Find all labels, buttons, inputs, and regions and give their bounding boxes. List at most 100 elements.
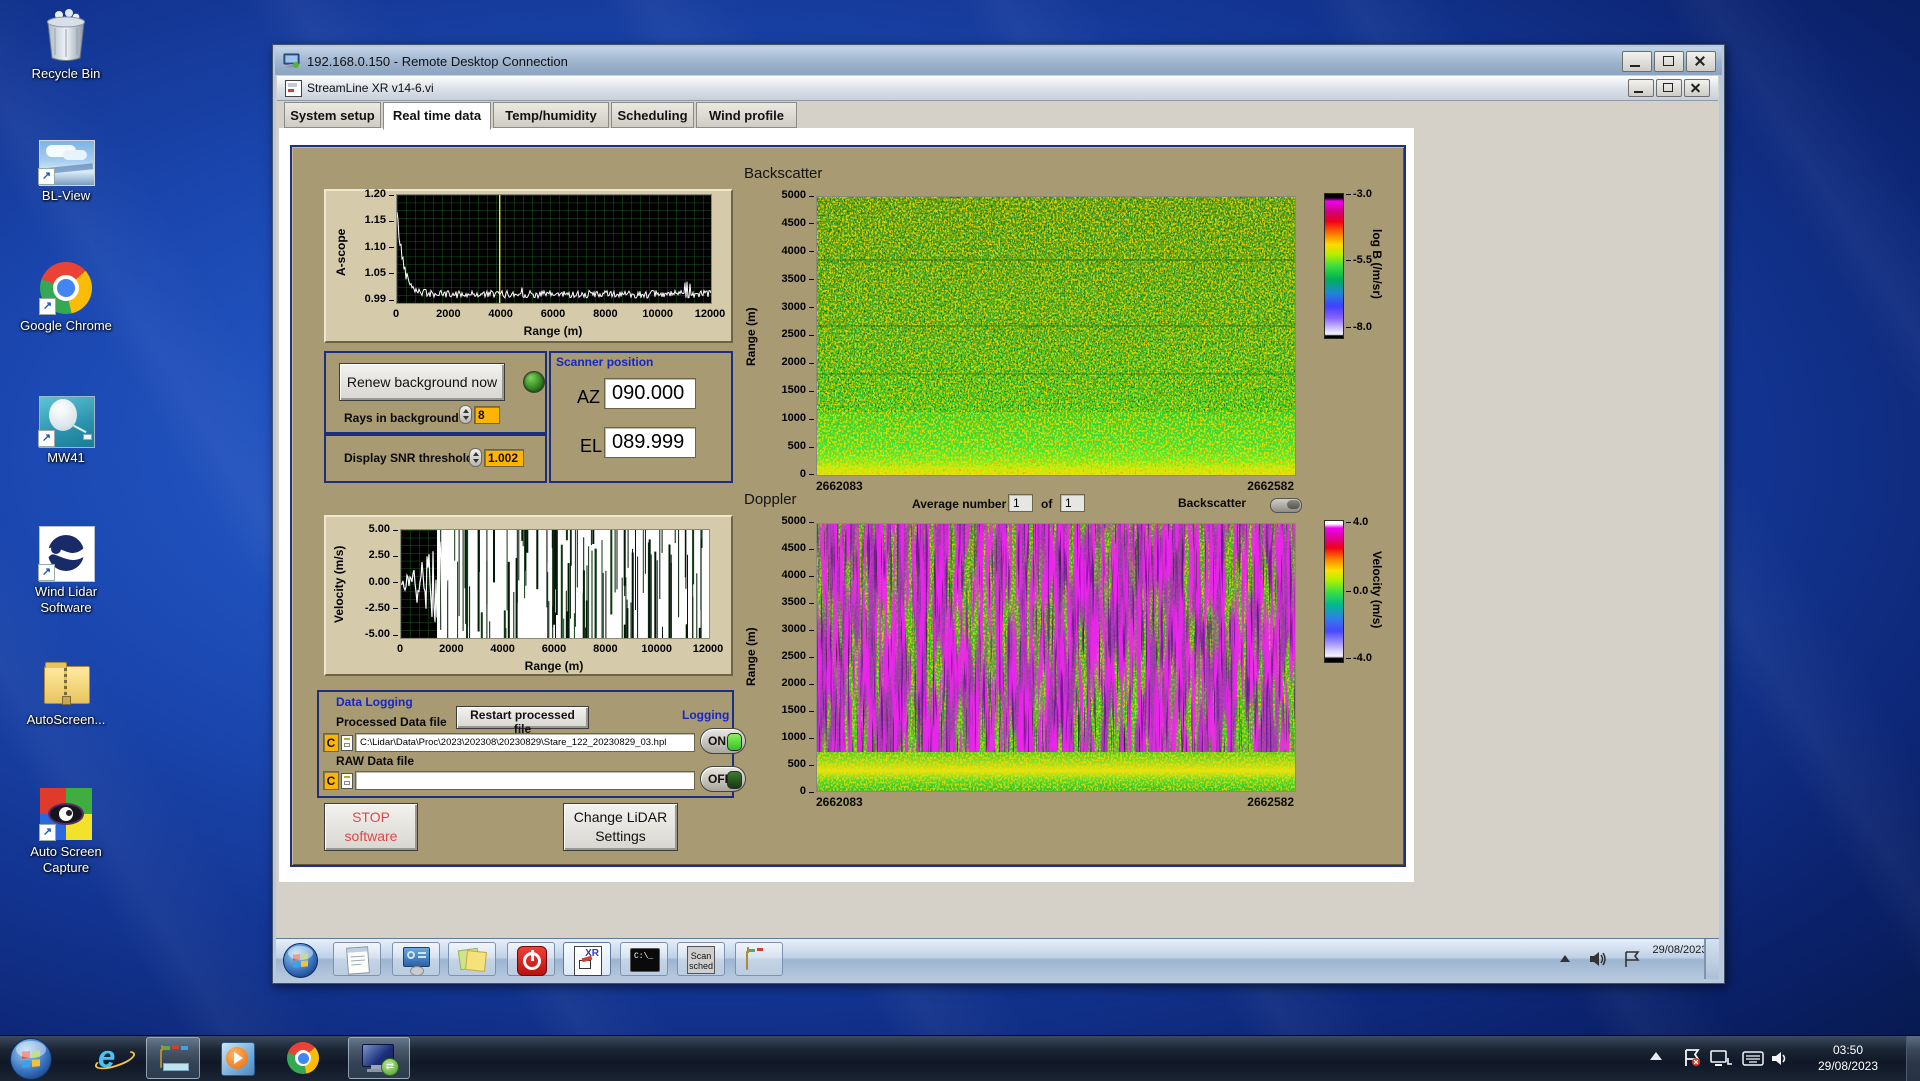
desktop-icon-label: Google Chrome: [10, 318, 122, 334]
app-title-text: StreamLine XR v14-6.vi: [307, 81, 434, 95]
restart-processed-file-button[interactable]: Restart processed file: [456, 706, 589, 729]
host-volume-icon[interactable]: [1770, 1049, 1790, 1068]
remote-desktop-window: 192.168.0.150 - Remote Desktop Connectio…: [272, 44, 1725, 984]
host-tray-expand-icon[interactable]: [1650, 1052, 1662, 1060]
velocity-panel: Velocity (m/s) 5.002.500.00-2.50-5.00 02…: [324, 515, 733, 676]
remote-start-button[interactable]: [283, 943, 318, 978]
host-network-icon[interactable]: [1710, 1050, 1734, 1068]
rays-value[interactable]: 8: [474, 406, 500, 424]
remote-tray-expand-icon[interactable]: [1560, 955, 1570, 962]
rdp-minimize-button[interactable]: [1622, 51, 1652, 72]
el-value-field[interactable]: 089.999: [604, 427, 696, 458]
desktop-icon-auto-screen-capture[interactable]: ↗ Auto Screen Capture: [10, 788, 122, 876]
app-title-bar[interactable]: StreamLine XR v14-6.vi: [277, 76, 1718, 101]
rdp-title-bar[interactable]: 192.168.0.150 - Remote Desktop Connectio…: [275, 47, 1722, 75]
zip-folder-icon: [41, 658, 91, 708]
backscatter-toggle-label: Backscatter: [1178, 496, 1246, 510]
host-taskbar-rdp-button[interactable]: ⇄: [348, 1037, 410, 1079]
host-keyboard-icon[interactable]: [1742, 1049, 1764, 1068]
desktop-icon-bl-view[interactable]: ↗ BL-View: [10, 134, 122, 204]
desktop-icon-label: Wind Lidar Software: [10, 584, 122, 616]
doppler-ylabel: Range (m): [744, 617, 758, 697]
raw-drive-button[interactable]: C: [323, 771, 339, 790]
lidar-panel: A-scope 1.201.151.101.050.99 02000400060…: [290, 145, 1406, 867]
remote-taskbar-notepad-button[interactable]: [333, 942, 381, 976]
a-scope-plot[interactable]: [396, 194, 712, 304]
remote-taskbar-display-settings-button[interactable]: [392, 942, 440, 976]
rays-spinner[interactable]: [459, 405, 472, 424]
backscatter-cbar-tick: -8.0: [1346, 321, 1372, 333]
desktop: Recycle Bin ↗ BL-View ↗ Google Chrome ↗ …: [0, 0, 1920, 1080]
backscatter-time-start: 2662083: [816, 479, 863, 493]
change-lidar-settings-button[interactable]: Change LiDAR Settings: [563, 803, 678, 851]
chrome-icon: ↗: [40, 262, 92, 314]
remote-taskbar-folder-button[interactable]: [735, 942, 783, 976]
remote-taskbar-scan-scheduler-button[interactable]: Scan sched: [677, 942, 725, 976]
remote-taskbar-command-prompt-button[interactable]: C:\_: [620, 942, 668, 976]
remote-taskbar: XR C:\_ Scan sched: [276, 938, 1719, 979]
remote-clock[interactable]: 29/08/2023: [1648, 942, 1712, 976]
tab-system-setup[interactable]: System setup: [284, 102, 381, 128]
average-total-field[interactable]: 1: [1060, 494, 1085, 512]
desktop-icon-autoscreen-zip[interactable]: AutoScreen...: [10, 658, 122, 728]
remote-volume-icon[interactable]: [1588, 950, 1608, 968]
renew-background-button[interactable]: Renew background now: [339, 363, 505, 401]
doppler-cbar-tick: -4.0: [1346, 652, 1372, 664]
host-taskbar-explorer-button[interactable]: [146, 1037, 200, 1079]
doppler-cbar-tick: 4.0: [1346, 516, 1368, 528]
desktop-icon-google-chrome[interactable]: ↗ Google Chrome: [10, 262, 122, 334]
host-taskbar-wmp-button[interactable]: [210, 1037, 264, 1079]
remote-taskbar-sticky-notes-button[interactable]: [448, 942, 496, 976]
host-clock[interactable]: 03:50 29/08/2023: [1800, 1042, 1896, 1074]
desktop-icon-wind-lidar[interactable]: ↗ Wind Lidar Software: [10, 526, 122, 616]
snr-value[interactable]: 1.002: [484, 449, 524, 467]
background-controls-box: Renew background now Rays in background …: [324, 351, 547, 434]
tab-page-real-time-data: A-scope 1.201.151.101.050.99 02000400060…: [279, 128, 1414, 882]
backscatter-cbar-tick: -5.5: [1346, 254, 1372, 266]
snr-threshold-box: Display SNR threshold 1.002: [324, 434, 547, 483]
remote-action-center-flag-icon[interactable]: [1622, 950, 1642, 968]
backscatter-doppler-toggle[interactable]: [1270, 498, 1302, 513]
velocity-xticks: 020004000600080001000012000: [400, 643, 708, 656]
host-taskbar-chrome-button[interactable]: [276, 1037, 330, 1079]
snr-spinner[interactable]: [469, 448, 482, 467]
backscatter-title: Backscatter: [744, 165, 822, 182]
raw-path-field[interactable]: [355, 771, 695, 790]
stop-software-button[interactable]: STOP software: [324, 803, 418, 851]
scanner-position-title: Scanner position: [556, 355, 653, 369]
processed-drive-button[interactable]: C: [323, 733, 339, 752]
desktop-icon-mw41[interactable]: ↗ MW41: [10, 396, 122, 466]
rdp-badge-icon: ⇄: [381, 1058, 399, 1076]
rdp-title-text: 192.168.0.150 - Remote Desktop Connectio…: [307, 54, 568, 69]
data-logging-title: Data Logging: [336, 695, 413, 709]
rdp-close-button[interactable]: [1686, 51, 1716, 72]
host-show-desktop-button[interactable]: [1906, 1036, 1920, 1081]
doppler-cbar-tick: 0.0: [1346, 585, 1368, 597]
az-value-field[interactable]: 090.000: [604, 378, 696, 409]
processed-path-field[interactable]: C:\Lidar\Data\Proc\2023\202308\20230829\…: [355, 733, 695, 752]
host-start-button[interactable]: [10, 1038, 52, 1080]
velocity-plot[interactable]: [400, 529, 710, 639]
raw-logging-off-switch[interactable]: OFF: [700, 766, 746, 792]
tab-temp-humidity[interactable]: Temp/humidity: [493, 102, 609, 128]
a-scope-xticks: 020004000600080001000012000: [396, 308, 710, 321]
tab-wind-profile[interactable]: Wind profile: [696, 102, 797, 128]
host-action-center-flag-icon[interactable]: [1682, 1048, 1702, 1068]
remote-taskbar-streamline-xr-button[interactable]: XR: [563, 942, 611, 976]
tab-real-time-data[interactable]: Real time data: [383, 102, 491, 130]
backscatter-plot[interactable]: [816, 196, 1296, 476]
app-restore-button[interactable]: [1656, 79, 1682, 97]
app-minimize-button[interactable]: [1628, 79, 1654, 97]
of-label: of: [1041, 497, 1052, 511]
average-number-field[interactable]: 1: [1008, 494, 1033, 512]
remote-show-desktop-button[interactable]: [1704, 939, 1719, 979]
doppler-plot[interactable]: [816, 523, 1296, 792]
tab-scheduling[interactable]: Scheduling: [611, 102, 694, 128]
remote-taskbar-stop-power-button[interactable]: [507, 942, 555, 976]
a-scope-ylabel: A-scope: [334, 217, 348, 287]
host-taskbar-ie-button[interactable]: e: [86, 1037, 140, 1079]
app-close-button[interactable]: [1684, 79, 1710, 97]
rdp-maximize-button[interactable]: [1654, 51, 1684, 72]
processed-logging-on-switch[interactable]: ON: [700, 728, 746, 754]
desktop-icon-recycle-bin[interactable]: Recycle Bin: [10, 8, 122, 82]
